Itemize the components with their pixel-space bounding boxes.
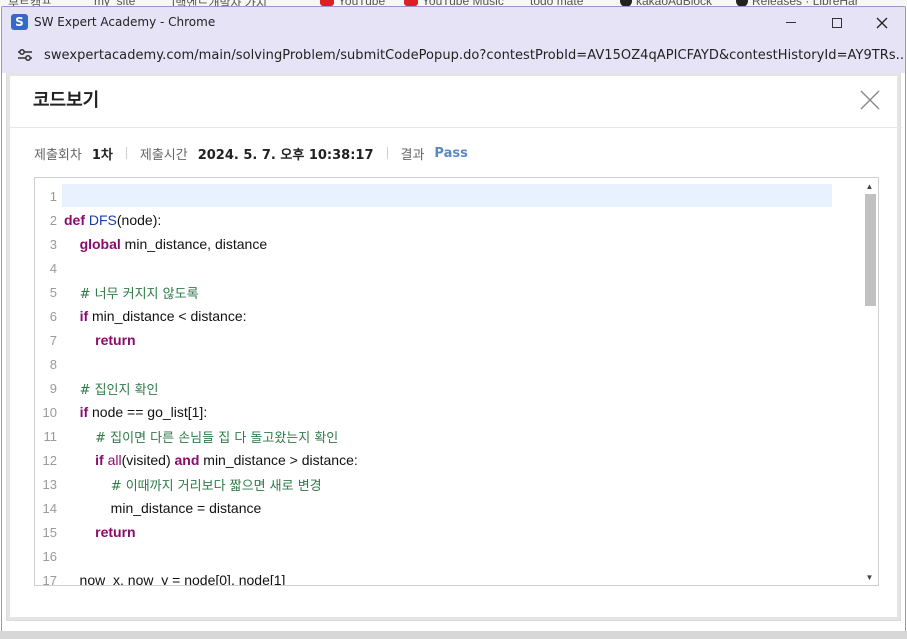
window-title: SW Expert Academy - Chrome xyxy=(34,15,216,29)
time-value: 2024. 5. 7. 오후 10:38:17 xyxy=(197,147,374,163)
code-text: # 집인지 확인 xyxy=(79,382,159,398)
code-text: return xyxy=(95,332,136,348)
code-text: # 이때까지 거리보다 짧으면 새로 변경 xyxy=(110,478,322,494)
scroll-down-icon[interactable]: ▼ xyxy=(861,569,878,585)
code-line: 3 global min_distance, distance xyxy=(35,232,861,256)
scroll-up-icon[interactable]: ▲ xyxy=(861,178,878,194)
line-number: 14 xyxy=(42,500,57,516)
code-line: 14 min_distance = distance xyxy=(35,496,861,520)
code-line: 9 # 집인지 확인 xyxy=(35,376,861,400)
code-line: 7 return xyxy=(35,328,861,352)
round-label: 제출회차 xyxy=(34,147,82,163)
line-number: 6 xyxy=(49,308,57,324)
line-number: 5 xyxy=(49,284,57,300)
divider xyxy=(125,147,127,159)
round-value: 1차 xyxy=(91,147,113,163)
line-number: 13 xyxy=(42,476,57,492)
line-number: 11 xyxy=(43,428,58,444)
code-text: return xyxy=(95,524,136,540)
close-icon xyxy=(876,17,888,28)
minimize-icon xyxy=(786,22,796,23)
line-number: 17 xyxy=(42,572,57,586)
result-label: 결과 xyxy=(400,147,425,163)
code-line: 4 xyxy=(35,256,861,280)
code-line: 17 now_x, now_y = node[0], node[1] xyxy=(35,568,861,585)
code-line: 2 def DFS(node): xyxy=(35,208,861,232)
address-bar[interactable]: swexpertacademy.com/main/solvingProblem/… xyxy=(2,38,905,73)
code-line: 10 if node == go_list[1]: xyxy=(35,400,861,424)
maximize-icon xyxy=(832,17,842,28)
code-line: 12 if all(visited) and min_distance > di… xyxy=(35,448,861,472)
code-text: if all(visited) and min_distance > dista… xyxy=(95,452,358,468)
divider xyxy=(386,147,388,159)
line-number: 10 xyxy=(42,404,57,420)
line-number: 4 xyxy=(49,260,57,276)
code-line: 8 xyxy=(35,352,861,376)
code-lines: 1 2 def DFS(node): 3 global min_distance, d… xyxy=(35,178,861,585)
window-close-button[interactable] xyxy=(859,7,905,38)
line-number: 15 xyxy=(42,524,57,540)
app-icon: S xyxy=(11,14,28,30)
code-text: # 너무 커지지 않도록 xyxy=(79,286,199,302)
code-text: # 집이면 다른 손님들 집 다 돌고왔는지 확인 xyxy=(95,430,339,446)
code-text: global min_distance, distance xyxy=(79,236,268,252)
window-titlebar[interactable]: S SW Expert Academy - Chrome xyxy=(2,7,905,38)
line-number: 2 xyxy=(49,212,57,228)
page-title: 코드보기 xyxy=(33,90,100,111)
code-line: 16 xyxy=(35,544,861,568)
site-info-icon[interactable] xyxy=(16,47,34,63)
code-line: 11 # 집이면 다른 손님들 집 다 돌고왔는지 확인 xyxy=(35,424,861,448)
url-text[interactable]: swexpertacademy.com/main/solvingProblem/… xyxy=(44,48,905,63)
code-line: 13 # 이때까지 거리보다 짧으면 새로 변경 xyxy=(35,472,861,496)
line-number: 16 xyxy=(42,548,57,564)
code-viewer[interactable]: 1 2 def DFS(node): 3 global min_distance, d… xyxy=(34,177,879,586)
code-text: def DFS(node): xyxy=(64,212,162,228)
code-text: if node == go_list[1]: xyxy=(79,404,208,420)
code-text: now_x, now_y = node[0], node[1] xyxy=(64,572,286,585)
code-line: 15 return xyxy=(35,520,861,544)
code-line: 1 xyxy=(35,184,861,208)
line-number: 1 xyxy=(49,188,57,204)
page-content: 코드보기 제출회차 1차 제출시간 2024. 5. 7. 오후 10:38:1… xyxy=(6,73,902,621)
close-popup-button[interactable] xyxy=(859,89,881,111)
line-number: 3 xyxy=(49,236,57,252)
taskbar-edge xyxy=(0,631,907,639)
vertical-scrollbar[interactable]: ▲ ▼ xyxy=(861,178,878,585)
result-value: Pass xyxy=(434,145,468,161)
submission-meta: 제출회차 1차 제출시간 2024. 5. 7. 오후 10:38:17 결과 … xyxy=(34,143,468,163)
code-text: if min_distance < distance: xyxy=(79,308,247,324)
minimize-button[interactable] xyxy=(768,7,814,38)
code-text: min_distance = distance xyxy=(64,500,262,516)
maximize-button[interactable] xyxy=(814,7,860,38)
line-number: 12 xyxy=(42,452,57,468)
line-number: 9 xyxy=(49,380,57,396)
active-line-highlight xyxy=(62,184,832,207)
line-number: 8 xyxy=(49,356,57,372)
code-line: 5 # 너무 커지지 않도록 xyxy=(35,280,861,304)
popup-window: S SW Expert Academy - Chrome swexpertaca… xyxy=(1,6,906,637)
line-number: 7 xyxy=(49,332,57,348)
scrollbar-thumb[interactable] xyxy=(865,194,876,306)
time-label: 제출시간 xyxy=(139,147,188,163)
popup-header: 코드보기 xyxy=(7,73,902,128)
code-line: 6 if min_distance < distance: xyxy=(35,304,861,328)
